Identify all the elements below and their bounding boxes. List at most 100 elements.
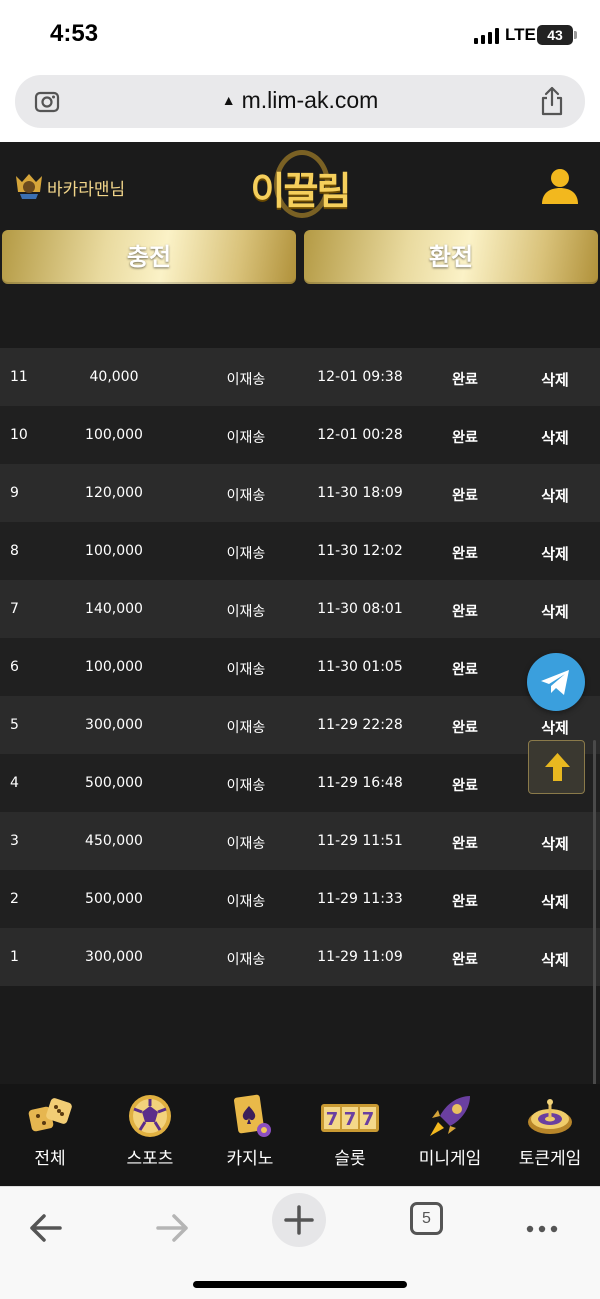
- row-status: 완료: [452, 430, 478, 446]
- network-label: LTE: [505, 25, 536, 44]
- row-date: 11-30 12:02: [317, 543, 403, 559]
- deposit-button[interactable]: 충전: [2, 230, 296, 284]
- nav-item-minigame[interactable]: 미니게임: [400, 1084, 500, 1186]
- row-name: 이재송: [226, 488, 266, 504]
- delete-button[interactable]: 삭제: [528, 427, 582, 448]
- site-header: 바카라맨님 이끌림: [0, 142, 600, 228]
- forward-arrow-icon[interactable]: [142, 1197, 202, 1257]
- row-name: 이재송: [226, 662, 266, 678]
- row-amount: 40,000: [89, 369, 139, 385]
- row-status: 완료: [452, 836, 478, 852]
- nav-item-all[interactable]: 전체: [0, 1084, 100, 1186]
- status-time: 4:53: [50, 20, 99, 47]
- row-name: 이재송: [226, 836, 266, 852]
- table-row: 10 100,000 이재송 12-01 00:28 완료 삭제: [0, 406, 600, 464]
- nav-label: 스포츠: [126, 1149, 174, 1169]
- browser-toolbar: 5: [0, 1186, 600, 1299]
- row-amount: 500,000: [85, 775, 143, 791]
- scroll-top-button[interactable]: [528, 740, 585, 794]
- row-amount: 500,000: [85, 891, 143, 907]
- row-name: 이재송: [226, 430, 266, 446]
- signal-icon: [474, 28, 499, 44]
- row-status: 완료: [452, 604, 478, 620]
- warning-icon: ▲: [221, 92, 236, 108]
- row-number: 10: [10, 427, 28, 443]
- nav-item-casino[interactable]: 카지노: [200, 1084, 300, 1186]
- site-logo[interactable]: 이끌림: [250, 148, 352, 222]
- dice-icon: [28, 1098, 72, 1132]
- table-row: 5 300,000 이재송 11-29 22:28 완료 삭제: [0, 696, 600, 754]
- row-amount: 300,000: [85, 949, 143, 965]
- profile-icon[interactable]: [538, 164, 582, 208]
- action-buttons: 충전 환전: [0, 230, 600, 286]
- table-row: 7 140,000 이재송 11-30 08:01 완료 삭제: [0, 580, 600, 638]
- table-row: 3 450,000 이재송 11-29 11:51 완료 삭제: [0, 812, 600, 870]
- row-number: 4: [10, 775, 19, 791]
- svg-text:7: 7: [326, 1109, 339, 1130]
- row-status: 완료: [452, 894, 478, 910]
- nav-label: 전체: [34, 1149, 66, 1169]
- delete-button[interactable]: 삭제: [528, 833, 582, 854]
- home-indicator[interactable]: [193, 1281, 407, 1288]
- row-status: 완료: [452, 720, 478, 736]
- more-dots-icon[interactable]: [512, 1197, 572, 1257]
- row-status: 완료: [452, 488, 478, 504]
- delete-button[interactable]: 삭제: [528, 717, 582, 738]
- nav-item-token-game[interactable]: 토큰게임: [500, 1084, 600, 1186]
- nav-item-slot[interactable]: 7 7 7 슬롯: [300, 1084, 400, 1186]
- svg-text:7: 7: [362, 1109, 375, 1130]
- row-date: 11-29 16:48: [317, 775, 403, 791]
- delete-button[interactable]: 삭제: [528, 485, 582, 506]
- telegram-icon: [541, 670, 569, 695]
- row-name: 이재송: [226, 604, 266, 620]
- nav-item-sports[interactable]: 스포츠: [100, 1084, 200, 1186]
- row-date: 11-29 11:51: [317, 833, 403, 849]
- logo-text: 이끌림: [250, 169, 352, 213]
- row-number: 5: [10, 717, 19, 733]
- row-date: 11-30 01:05: [317, 659, 403, 675]
- arrow-up-icon: [545, 753, 570, 781]
- row-amount: 100,000: [85, 659, 143, 675]
- row-number: 9: [10, 485, 19, 501]
- table-row: 11 40,000 이재송 12-01 09:38 완료 삭제: [0, 348, 600, 406]
- history-table: 11 40,000 이재송 12-01 09:38 완료 삭제 10 100,0…: [0, 348, 600, 986]
- rocket-icon: [430, 1096, 470, 1136]
- nav-label: 미니게임: [418, 1149, 482, 1169]
- tabs-button[interactable]: 5: [410, 1202, 443, 1235]
- row-date: 11-29 11:09: [317, 949, 403, 965]
- row-date: 11-29 11:33: [317, 891, 403, 907]
- row-status: 완료: [452, 372, 478, 388]
- delete-button[interactable]: 삭제: [528, 369, 582, 390]
- delete-button[interactable]: 삭제: [528, 949, 582, 970]
- delete-button[interactable]: 삭제: [528, 891, 582, 912]
- soccer-ball-icon: [129, 1095, 171, 1137]
- row-number: 8: [10, 543, 19, 559]
- row-name: 이재송: [226, 894, 266, 910]
- table-row: 8 100,000 이재송 11-30 12:02 완료 삭제: [0, 522, 600, 580]
- delete-button[interactable]: 삭제: [528, 543, 582, 564]
- row-number: 7: [10, 601, 19, 617]
- address-bar[interactable]: ▲ m.lim-ak.com: [15, 75, 585, 128]
- nav-label: 카지노: [226, 1149, 274, 1169]
- row-status: 완료: [452, 546, 478, 562]
- row-name: 이재송: [226, 720, 266, 736]
- row-amount: 450,000: [85, 833, 143, 849]
- back-arrow-icon[interactable]: [16, 1197, 76, 1257]
- delete-button[interactable]: 삭제: [528, 601, 582, 622]
- row-status: 완료: [452, 662, 478, 678]
- table-row: 9 120,000 이재송 11-30 18:09 완료 삭제: [0, 464, 600, 522]
- share-icon[interactable]: [539, 86, 565, 116]
- status-bar: 4:53 LTE 43: [0, 0, 600, 70]
- row-amount: 120,000: [85, 485, 143, 501]
- withdraw-button[interactable]: 환전: [304, 230, 598, 284]
- slot-777-icon: 7 7 7: [321, 1104, 379, 1132]
- url-text[interactable]: ▲ m.lim-ak.com: [15, 87, 585, 114]
- telegram-button[interactable]: [527, 653, 585, 711]
- roulette-icon: [528, 1099, 572, 1134]
- new-tab-button[interactable]: [272, 1193, 326, 1247]
- row-amount: 100,000: [85, 427, 143, 443]
- row-date: 12-01 09:38: [317, 369, 403, 385]
- row-date: 11-30 08:01: [317, 601, 403, 617]
- row-date: 11-29 22:28: [317, 717, 403, 733]
- table-row: 1 300,000 이재송 11-29 11:09 완료 삭제: [0, 928, 600, 986]
